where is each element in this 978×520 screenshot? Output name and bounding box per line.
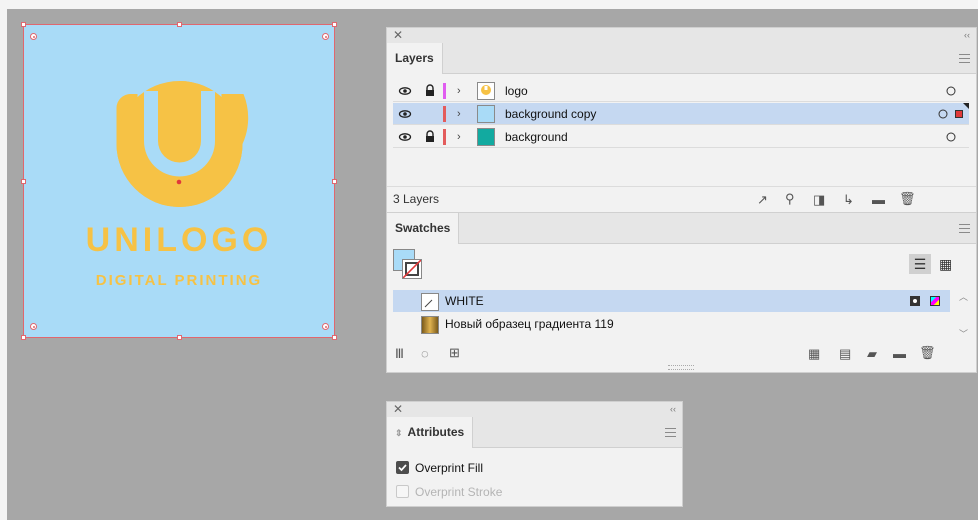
selected-art-corner-indicator: [963, 103, 969, 109]
swatch-list: WHITE Новый образец градиента 119: [387, 290, 976, 340]
layer-thumbnail: [477, 105, 495, 123]
layer-color-bar: [443, 83, 446, 99]
layer-row-background[interactable]: › background: [393, 126, 969, 148]
tab-swatches[interactable]: Swatches: [387, 213, 460, 244]
close-icon[interactable]: ✕: [393, 402, 403, 417]
panel-menu-icon[interactable]: [665, 425, 676, 440]
swatch-name[interactable]: Новый образец градиента 119: [445, 313, 614, 335]
layer-name[interactable]: background: [505, 126, 568, 148]
selection-square-indicator[interactable]: [955, 110, 963, 118]
tab-layers[interactable]: Layers: [387, 43, 443, 74]
swatch-white-chip: [421, 293, 439, 311]
layer-target-circle-icon[interactable]: [937, 103, 949, 125]
attributes-panel: ✕ ‹‹ ⇕ Attributes Overprint Fill Overprin…: [386, 401, 683, 507]
layer-thumbnail: [477, 82, 495, 100]
new-layer-icon[interactable]: ▬: [872, 192, 885, 208]
panel-menu-icon[interactable]: [959, 221, 970, 236]
trash-icon[interactable]: 🗑: [899, 191, 916, 207]
swatch-row-gradient[interactable]: Новый образец градиента 119: [393, 313, 950, 335]
logo-title: UNILOGO: [85, 221, 273, 259]
collapse-icon[interactable]: ‹‹: [670, 402, 676, 417]
export-icon[interactable]: ↗: [757, 192, 768, 208]
visibility-eye-icon[interactable]: [398, 80, 412, 102]
list-view-icon[interactable]: ☰: [909, 254, 931, 274]
swatch-row-white[interactable]: WHITE: [393, 290, 950, 312]
grid-view-icon[interactable]: ▦: [939, 254, 952, 274]
panel-topbar: ✕ ‹‹: [387, 28, 976, 43]
attributes-tabbar: ⇕ Attributes: [387, 417, 682, 448]
lock-icon[interactable]: [424, 126, 436, 148]
layer-row-logo[interactable]: › logo: [393, 80, 969, 102]
search-icon[interactable]: ⚲: [785, 191, 795, 207]
expand-chevron-icon[interactable]: ›: [457, 103, 461, 125]
layer-color-bar: [443, 129, 446, 145]
swatch-gradient-chip: [421, 316, 439, 334]
close-icon[interactable]: ✕: [393, 28, 403, 43]
overprint-stroke-label: Overprint Stroke: [415, 485, 503, 499]
spot-color-icon: [910, 296, 920, 306]
trash-icon[interactable]: 🗑: [919, 345, 936, 361]
stroke-none-swatch[interactable]: [402, 259, 422, 279]
layers-swatches-panel-group: ✕ ‹‹ Layers › logo › background copy › b…: [386, 27, 977, 373]
layer-name[interactable]: logo: [505, 80, 528, 102]
layer-name[interactable]: background copy: [505, 103, 596, 125]
overprint-fill-label: Overprint Fill: [415, 461, 484, 475]
layer-target-circle-icon[interactable]: [945, 126, 957, 148]
layer-color-bar: [443, 106, 446, 122]
expand-chevron-icon[interactable]: ›: [457, 126, 461, 148]
swatch-options-icon[interactable]: ▤: [839, 346, 851, 362]
artboard[interactable]: UNILOGO DIGITAL PRINTING: [21, 22, 337, 340]
tab-collapse-arrows-icon[interactable]: ⇕: [395, 428, 403, 438]
layer-row-background-copy[interactable]: › background copy: [393, 103, 969, 125]
clipping-mask-icon[interactable]: ◨: [813, 192, 825, 208]
swatches-tabbar: Swatches: [387, 212, 976, 244]
logo-mark: [116, 81, 249, 207]
visibility-eye-icon[interactable]: [398, 103, 412, 125]
add-to-library-icon[interactable]: ⊞: [449, 345, 460, 361]
overprint-stroke-checkbox[interactable]: [396, 485, 409, 498]
color-group-icon[interactable]: ▦: [808, 346, 820, 362]
expand-chevron-icon[interactable]: ›: [457, 80, 461, 102]
panel-topbar: ✕ ‹‹: [387, 402, 682, 417]
layers-footer: 3 Layers ↗ ⚲ ◨ ↳ ▬ 🗑: [387, 186, 976, 211]
resize-grip[interactable]: [668, 365, 694, 370]
logo-subtitle: DIGITAL PRINTING: [95, 272, 263, 289]
swatch-name[interactable]: WHITE: [445, 290, 484, 312]
visibility-eye-icon[interactable]: [398, 126, 412, 148]
new-swatch-icon[interactable]: ▬: [893, 346, 906, 362]
collapse-icon[interactable]: ‹‹: [964, 28, 970, 43]
swatch-scrollbar[interactable]: ︿ ﹀: [956, 290, 970, 340]
new-color-group-icon[interactable]: ▰: [867, 346, 877, 362]
tab-attributes[interactable]: ⇕ Attributes: [387, 417, 474, 448]
lock-icon[interactable]: [424, 80, 436, 102]
tab-attributes-label: Attributes: [407, 425, 465, 439]
overprint-fill-checkbox[interactable]: [396, 461, 409, 474]
layer-target-circle-icon[interactable]: [945, 80, 957, 102]
layers-tabbar: Layers: [387, 43, 976, 74]
fill-stroke-widget[interactable]: [393, 249, 423, 279]
show-swatch-kinds-icon[interactable]: ◌: [421, 346, 429, 362]
panel-menu-icon[interactable]: [959, 51, 970, 66]
swatch-libraries-icon[interactable]: Ⅲ: [395, 346, 404, 362]
cmyk-color-icon: [930, 296, 940, 306]
new-sublayer-icon[interactable]: ↳: [843, 192, 854, 208]
swatches-footer: Ⅲ ◌ ⊞ ▦ ▤ ▰ ▬ 🗑: [387, 342, 976, 366]
layer-thumbnail: [477, 128, 495, 146]
layer-count: 3 Layers: [393, 192, 440, 206]
